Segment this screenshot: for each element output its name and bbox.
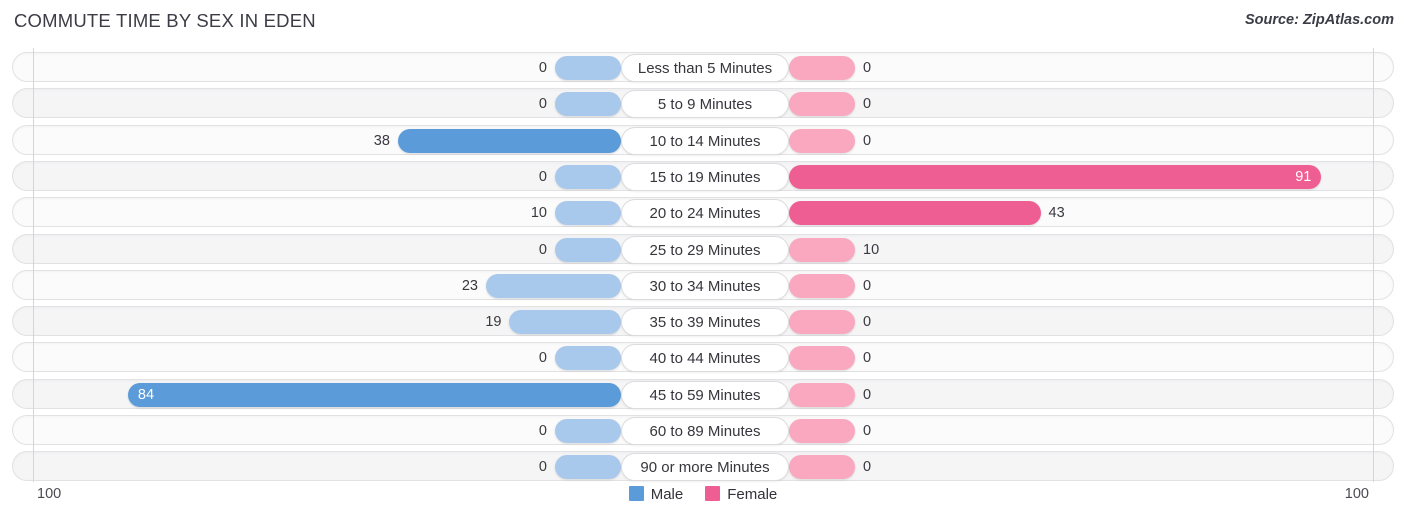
bar-male [555, 201, 621, 226]
value-label-female: 91 [1295, 168, 1312, 185]
table-row: 84 0 45 to 59 Minutes [12, 378, 1394, 409]
bar-male [555, 455, 621, 480]
category-label: 25 to 29 Minutes [621, 235, 789, 264]
value-label-female: 0 [863, 459, 872, 476]
bar-male [397, 128, 621, 153]
bar-male [509, 310, 621, 335]
legend-swatch-icon [628, 486, 644, 501]
table-row: 23 0 30 to 34 Minutes [12, 269, 1394, 300]
source-attribution: Source: ZipAtlas.com [1244, 12, 1394, 28]
value-label-female: 0 [863, 350, 872, 367]
bar-female [789, 56, 855, 80]
bar-male [127, 382, 621, 407]
bar-female [789, 237, 855, 262]
table-row: 0 0 90 or more Minutes [12, 451, 1394, 482]
bar-female [789, 382, 855, 407]
legend-item-male[interactable]: Male [628, 486, 684, 504]
plot-area: 0 0 Less than 5 Minutes 0 0 5 to 9 Minutes 38 0… [0, 48, 1406, 482]
bar-female [789, 92, 855, 117]
value-label-female: 10 [863, 241, 880, 258]
value-label-male: 0 [538, 168, 547, 185]
legend-swatch-icon [705, 486, 721, 501]
value-label-female: 0 [863, 96, 872, 113]
category-label: Less than 5 Minutes [621, 54, 789, 82]
value-label-male: 0 [538, 96, 547, 113]
category-label: 15 to 19 Minutes [621, 162, 789, 191]
bar-male [555, 164, 621, 189]
bar-female [789, 419, 855, 443]
legend-item-female[interactable]: Female [705, 486, 777, 504]
value-label-male: 38 [373, 132, 390, 149]
table-row: 10 43 20 to 24 Minutes [12, 197, 1394, 228]
value-label-female: 0 [863, 386, 872, 403]
table-row: 0 91 15 to 19 Minutes [12, 160, 1394, 191]
commute-time-chart: COMMUTE TIME BY SEX IN EDEN Source: ZipA… [0, 0, 1406, 522]
chart-footer: 100 100 Male Female [0, 482, 1406, 522]
value-label-female: 0 [863, 60, 872, 76]
bar-male [485, 273, 621, 298]
table-row: 38 0 10 to 14 Minutes [12, 124, 1394, 155]
bar-male [555, 346, 621, 371]
table-row: 0 0 60 to 89 Minutes [12, 415, 1394, 445]
value-label-male: 0 [538, 241, 547, 258]
table-row: 0 10 25 to 29 Minutes [12, 233, 1394, 264]
value-label-male: 84 [137, 386, 155, 403]
bar-female [789, 455, 855, 480]
bar-male [555, 419, 621, 443]
chart-header: COMMUTE TIME BY SEX IN EDEN Source: ZipA… [0, 0, 1406, 44]
value-label-male: 0 [538, 423, 547, 439]
value-label-female: 0 [863, 132, 872, 149]
table-row: 19 0 35 to 39 Minutes [12, 306, 1394, 337]
value-label-male: 10 [530, 205, 547, 222]
bar-female [789, 128, 855, 153]
table-row: 0 0 40 to 44 Minutes [12, 342, 1394, 373]
value-label-male: 0 [538, 459, 547, 476]
value-label-female: 0 [863, 314, 872, 331]
category-label: 30 to 34 Minutes [621, 271, 789, 300]
value-label-female: 0 [863, 423, 872, 439]
category-label: 10 to 14 Minutes [621, 126, 789, 155]
bar-male [555, 92, 621, 117]
bar-male [555, 237, 621, 262]
bar-male [555, 56, 621, 80]
value-label-male: 19 [485, 314, 502, 331]
value-label-male: 23 [461, 277, 478, 294]
table-row: 0 0 5 to 9 Minutes [12, 88, 1394, 119]
axis-line-left [33, 48, 34, 482]
value-label-female: 0 [863, 277, 872, 294]
category-label: 20 to 24 Minutes [621, 199, 789, 228]
category-label: 60 to 89 Minutes [621, 417, 789, 445]
bar-female [789, 310, 855, 335]
table-row: 0 0 Less than 5 Minutes [12, 52, 1394, 82]
category-label: 90 or more Minutes [621, 453, 789, 482]
category-label: 35 to 39 Minutes [621, 308, 789, 337]
bar-female [789, 346, 855, 371]
legend-label: Male [650, 486, 684, 503]
bar-female [789, 273, 855, 298]
bar-female [789, 201, 1041, 226]
bar-female [789, 164, 1322, 189]
chart-legend: Male Female [0, 486, 1406, 504]
value-label-male: 0 [538, 350, 547, 367]
category-label: 5 to 9 Minutes [621, 90, 789, 119]
legend-label: Female [727, 486, 778, 503]
axis-line-right [1373, 48, 1374, 482]
page-title: COMMUTE TIME BY SEX IN EDEN [14, 10, 316, 31]
category-label: 45 to 59 Minutes [621, 380, 789, 409]
value-label-female: 43 [1048, 205, 1065, 222]
category-label: 40 to 44 Minutes [621, 344, 789, 373]
value-label-male: 0 [538, 60, 547, 76]
